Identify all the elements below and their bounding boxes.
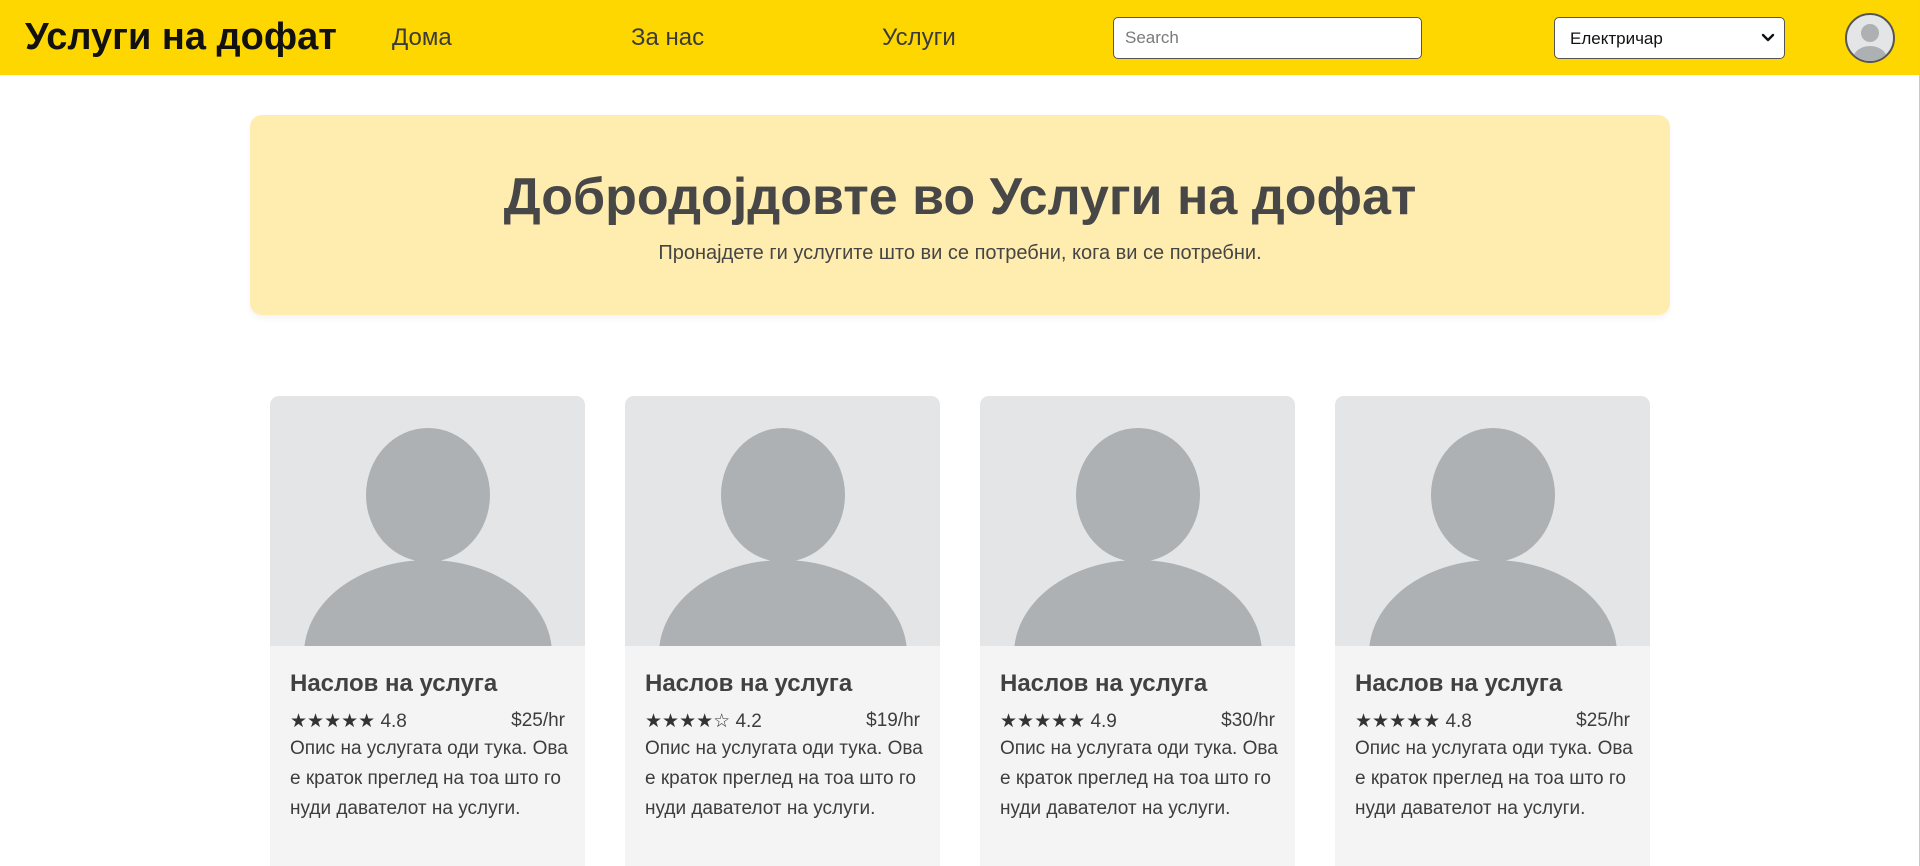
card-rating: ★★★★★ 4.9: [1000, 710, 1117, 733]
card-rating-value: 4.2: [735, 711, 762, 732]
card-image: [270, 396, 585, 646]
card-description: Опис на услугата оди тука. Ова е краток …: [645, 738, 923, 819]
card-rating-value: 4.8: [1445, 711, 1472, 732]
chevron-down-icon: [1761, 33, 1775, 42]
card-title: Наслов на услуга: [645, 670, 853, 697]
card-title: Наслов на услуга: [1000, 670, 1208, 697]
star-rating-icon: ★★★★☆: [645, 711, 731, 732]
service-card[interactable]: Наслов на услуга ★★★★★ 4.9 $30/hr Опис н…: [980, 396, 1295, 866]
top-header: Услуги на дофат Дома За нас Услуги Елект…: [0, 0, 1919, 75]
service-card[interactable]: Наслов на услуга ★★★★☆ 4.2 $19/hr Опис н…: [625, 396, 940, 866]
card-price: $25/hr: [1576, 710, 1630, 731]
card-rating-value: 4.8: [380, 711, 407, 732]
card-rating: ★★★★★ 4.8: [290, 710, 407, 733]
card-image: [980, 396, 1295, 646]
user-placeholder-icon: [1369, 428, 1617, 646]
user-placeholder-icon: [1014, 428, 1262, 646]
service-card[interactable]: Наслов на услуга ★★★★★ 4.8 $25/hr Опис н…: [1335, 396, 1650, 866]
card-price: $19/hr: [866, 710, 920, 731]
star-rating-icon: ★★★★★: [1000, 711, 1086, 732]
card-description: Опис на услугата оди тука. Ова е краток …: [1000, 738, 1278, 819]
card-description: Опис на услугата оди тука. Ова е краток …: [290, 738, 568, 819]
star-rating-icon: ★★★★★: [1355, 711, 1441, 732]
star-rating-icon: ★★★★★: [290, 711, 376, 732]
card-image: [625, 396, 940, 646]
card-price: $30/hr: [1221, 710, 1275, 731]
category-select[interactable]: Електричар: [1554, 17, 1785, 59]
card-price: $25/hr: [511, 710, 565, 731]
card-rating: ★★★★★ 4.8: [1355, 710, 1472, 733]
card-description: Опис на услугата оди тука. Ова е краток …: [1355, 738, 1633, 819]
category-select-value: Електричар: [1570, 29, 1663, 48]
hero-banner: Добродојдовте во Услуги на дофат Пронајд…: [250, 115, 1670, 315]
user-placeholder-icon: [304, 428, 552, 646]
site-logo[interactable]: Услуги на дофат: [25, 16, 337, 59]
card-title: Наслов на услуга: [1355, 670, 1563, 697]
user-avatar[interactable]: [1845, 13, 1895, 63]
card-image: [1335, 396, 1650, 646]
card-rating-value: 4.9: [1090, 711, 1117, 732]
card-rating: ★★★★☆ 4.2: [645, 710, 762, 733]
nav-link-home[interactable]: Дома: [392, 24, 452, 52]
card-title: Наслов на услуга: [290, 670, 498, 697]
search-input[interactable]: [1113, 17, 1422, 59]
hero-title: Добродојдовте во Услуги на дофат: [503, 168, 1417, 226]
user-placeholder-icon: [659, 428, 907, 646]
hero-subtitle: Пронајдете ги услугите што ви се потребн…: [658, 242, 1262, 264]
nav-link-services[interactable]: Услуги: [882, 24, 956, 52]
user-silhouette-icon: [1853, 24, 1887, 61]
service-card[interactable]: Наслов на услуга ★★★★★ 4.8 $25/hr Опис н…: [270, 396, 585, 866]
page: Услуги на дофат Дома За нас Услуги Елект…: [0, 0, 1920, 866]
nav-link-about[interactable]: За нас: [631, 24, 704, 52]
